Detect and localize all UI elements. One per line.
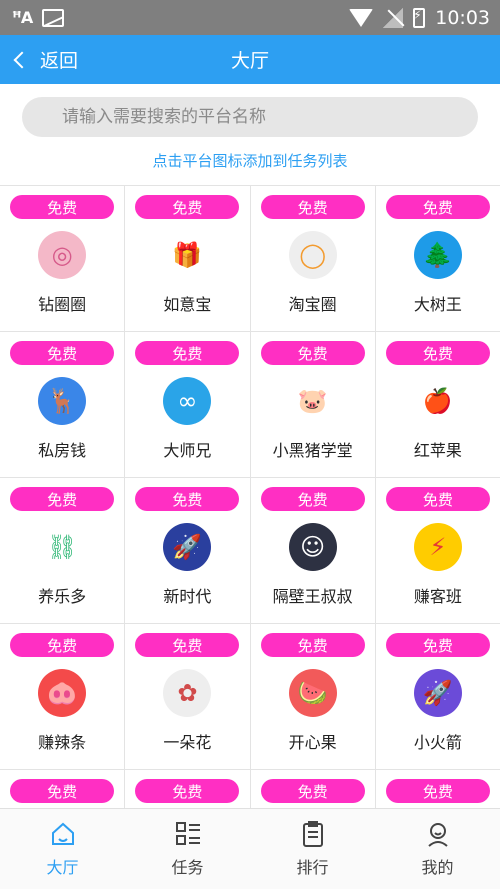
platform-item[interactable]: 免费 ◯ 淘宝圈: [250, 186, 375, 331]
platform-item[interactable]: 免费 🍉 开心果: [250, 624, 375, 769]
user-icon: [424, 820, 452, 848]
tree-icon[interactable]: 🌲: [413, 231, 462, 279]
free-badge: 免费: [385, 341, 490, 365]
pig-face-icon[interactable]: 🐽: [38, 669, 87, 717]
rocket-planet-icon[interactable]: 🚀: [163, 523, 212, 571]
platform-item[interactable]: 免费 🌲 大树王: [375, 186, 500, 331]
platform-item[interactable]: 免费 🦌 私房钱: [0, 332, 125, 477]
free-badge: 免费: [10, 195, 115, 219]
tab-label: 任务: [171, 858, 204, 877]
bearded-man-icon[interactable]: ☺: [288, 523, 337, 571]
black-pig-icon[interactable]: 🐷: [288, 377, 337, 425]
status-bar: ꟸA 10:03: [0, 0, 500, 35]
platform-name: 钻圈圈: [38, 295, 87, 314]
free-badge: 免费: [385, 487, 490, 511]
accessibility-icon: ꟸA: [12, 8, 33, 27]
nav-bar: 返回 大厅: [0, 35, 500, 84]
free-badge: 免费: [10, 779, 115, 803]
goggles-icon[interactable]: ∞: [163, 377, 212, 425]
platform-name: 小黑猪学堂: [272, 441, 353, 460]
platform-name: 私房钱: [38, 441, 87, 460]
platform-item[interactable]: 免费 🚀 小火箭: [375, 624, 500, 769]
free-badge: 免费: [135, 633, 240, 657]
free-badge: 免费: [385, 195, 490, 219]
tab-label: 我的: [421, 858, 454, 877]
wifi-icon: [349, 8, 374, 27]
platform-name: 养乐多: [38, 587, 87, 606]
tab-label: 大厅: [46, 858, 79, 877]
platform-name: 一朵花: [163, 733, 212, 752]
search-input[interactable]: [22, 97, 478, 137]
green-link-icon[interactable]: ⛓: [38, 523, 87, 571]
image-notification-icon: [42, 8, 65, 27]
free-badge: 免费: [385, 779, 490, 803]
tab-bar: 大厅 任务 排行 我的: [0, 808, 500, 889]
home-icon: [49, 820, 77, 848]
free-badge: 免费: [135, 341, 240, 365]
platform-item[interactable]: 免费 ∞ 大师兄: [125, 332, 250, 477]
rocket-icon[interactable]: 🚀: [413, 669, 462, 717]
free-badge: 免费: [135, 779, 240, 803]
free-badge: 免费: [135, 487, 240, 511]
status-time: 10:03: [435, 6, 490, 29]
gift-icon[interactable]: 🎁: [163, 231, 212, 279]
deer-icon[interactable]: 🦌: [38, 377, 87, 425]
platform-name: 隔壁王叔叔: [272, 587, 353, 606]
platform-name: 如意宝: [163, 295, 212, 314]
hint-text: 点击平台图标添加到任务列表: [152, 152, 348, 170]
platform-item[interactable]: 免费 🐽 赚辣条: [0, 624, 125, 769]
free-badge: 免费: [135, 195, 240, 219]
flower-icon[interactable]: ✿: [163, 669, 212, 717]
free-badge: 免费: [10, 341, 115, 365]
list-icon: [174, 820, 202, 848]
apple-icon[interactable]: 🍎: [413, 377, 462, 425]
free-badge: 免费: [260, 341, 365, 365]
tab-list[interactable]: 任务: [125, 809, 250, 889]
back-button[interactable]: 返回: [0, 46, 78, 73]
free-badge: 免费: [260, 779, 365, 803]
tab-clipboard[interactable]: 排行: [250, 809, 375, 889]
platform-item[interactable]: 免费 ☺ 隔壁王叔叔: [250, 478, 375, 623]
tab-label: 排行: [296, 858, 329, 877]
platform-grid: 免费 ◎ 钻圈圈 免费 🎁 如意宝 免费 ◯ 淘宝圈 免费 🌲 大树王 免费 🦌 私房钱 免费 ∞ 大师兄 免费 🐷 小…: [0, 185, 500, 889]
platform-name: 红苹果: [413, 441, 462, 460]
platform-item[interactable]: 免费 ◎ 钻圈圈: [0, 186, 125, 331]
platform-name: 开心果: [288, 733, 337, 752]
back-label: 返回: [40, 50, 79, 72]
free-badge: 免费: [260, 195, 365, 219]
clipboard-icon: [299, 820, 327, 848]
platform-item[interactable]: 免费 🍎 红苹果: [375, 332, 500, 477]
rainbow-ring-icon[interactable]: ◯: [288, 231, 337, 279]
free-badge: 免费: [260, 487, 365, 511]
tab-user[interactable]: 我的: [375, 809, 500, 889]
platform-item[interactable]: 免费 ✿ 一朵花: [125, 624, 250, 769]
platform-item[interactable]: 免费 🎁 如意宝: [125, 186, 250, 331]
platform-name: 大树王: [413, 295, 462, 314]
platform-item[interactable]: 免费 🚀 新时代: [125, 478, 250, 623]
free-badge: 免费: [10, 487, 115, 511]
no-signal-icon: [383, 7, 404, 28]
chevron-left-icon: [13, 51, 31, 68]
platform-name: 大师兄: [163, 441, 212, 460]
platform-name: 小火箭: [413, 733, 462, 752]
search-section: 点击平台图标添加到任务列表: [0, 84, 500, 185]
platform-item[interactable]: 免费 ⚡ 赚客班: [375, 478, 500, 623]
platform-name: 赚辣条: [38, 733, 87, 752]
fruit-icon[interactable]: 🍉: [288, 669, 337, 717]
platform-name: 赚客班: [413, 587, 462, 606]
platform-name: 新时代: [163, 587, 212, 606]
platform-item[interactable]: 免费 🐷 小黑猪学堂: [250, 332, 375, 477]
swirl-icon[interactable]: ◎: [38, 231, 87, 279]
battery-charging-icon: [413, 7, 426, 28]
tab-home[interactable]: 大厅: [0, 809, 125, 889]
free-badge: 免费: [10, 633, 115, 657]
platform-name: 淘宝圈: [288, 295, 337, 314]
pikachu-icon[interactable]: ⚡: [413, 523, 462, 571]
free-badge: 免费: [385, 633, 490, 657]
platform-item[interactable]: 免费 ⛓ 养乐多: [0, 478, 125, 623]
free-badge: 免费: [260, 633, 365, 657]
